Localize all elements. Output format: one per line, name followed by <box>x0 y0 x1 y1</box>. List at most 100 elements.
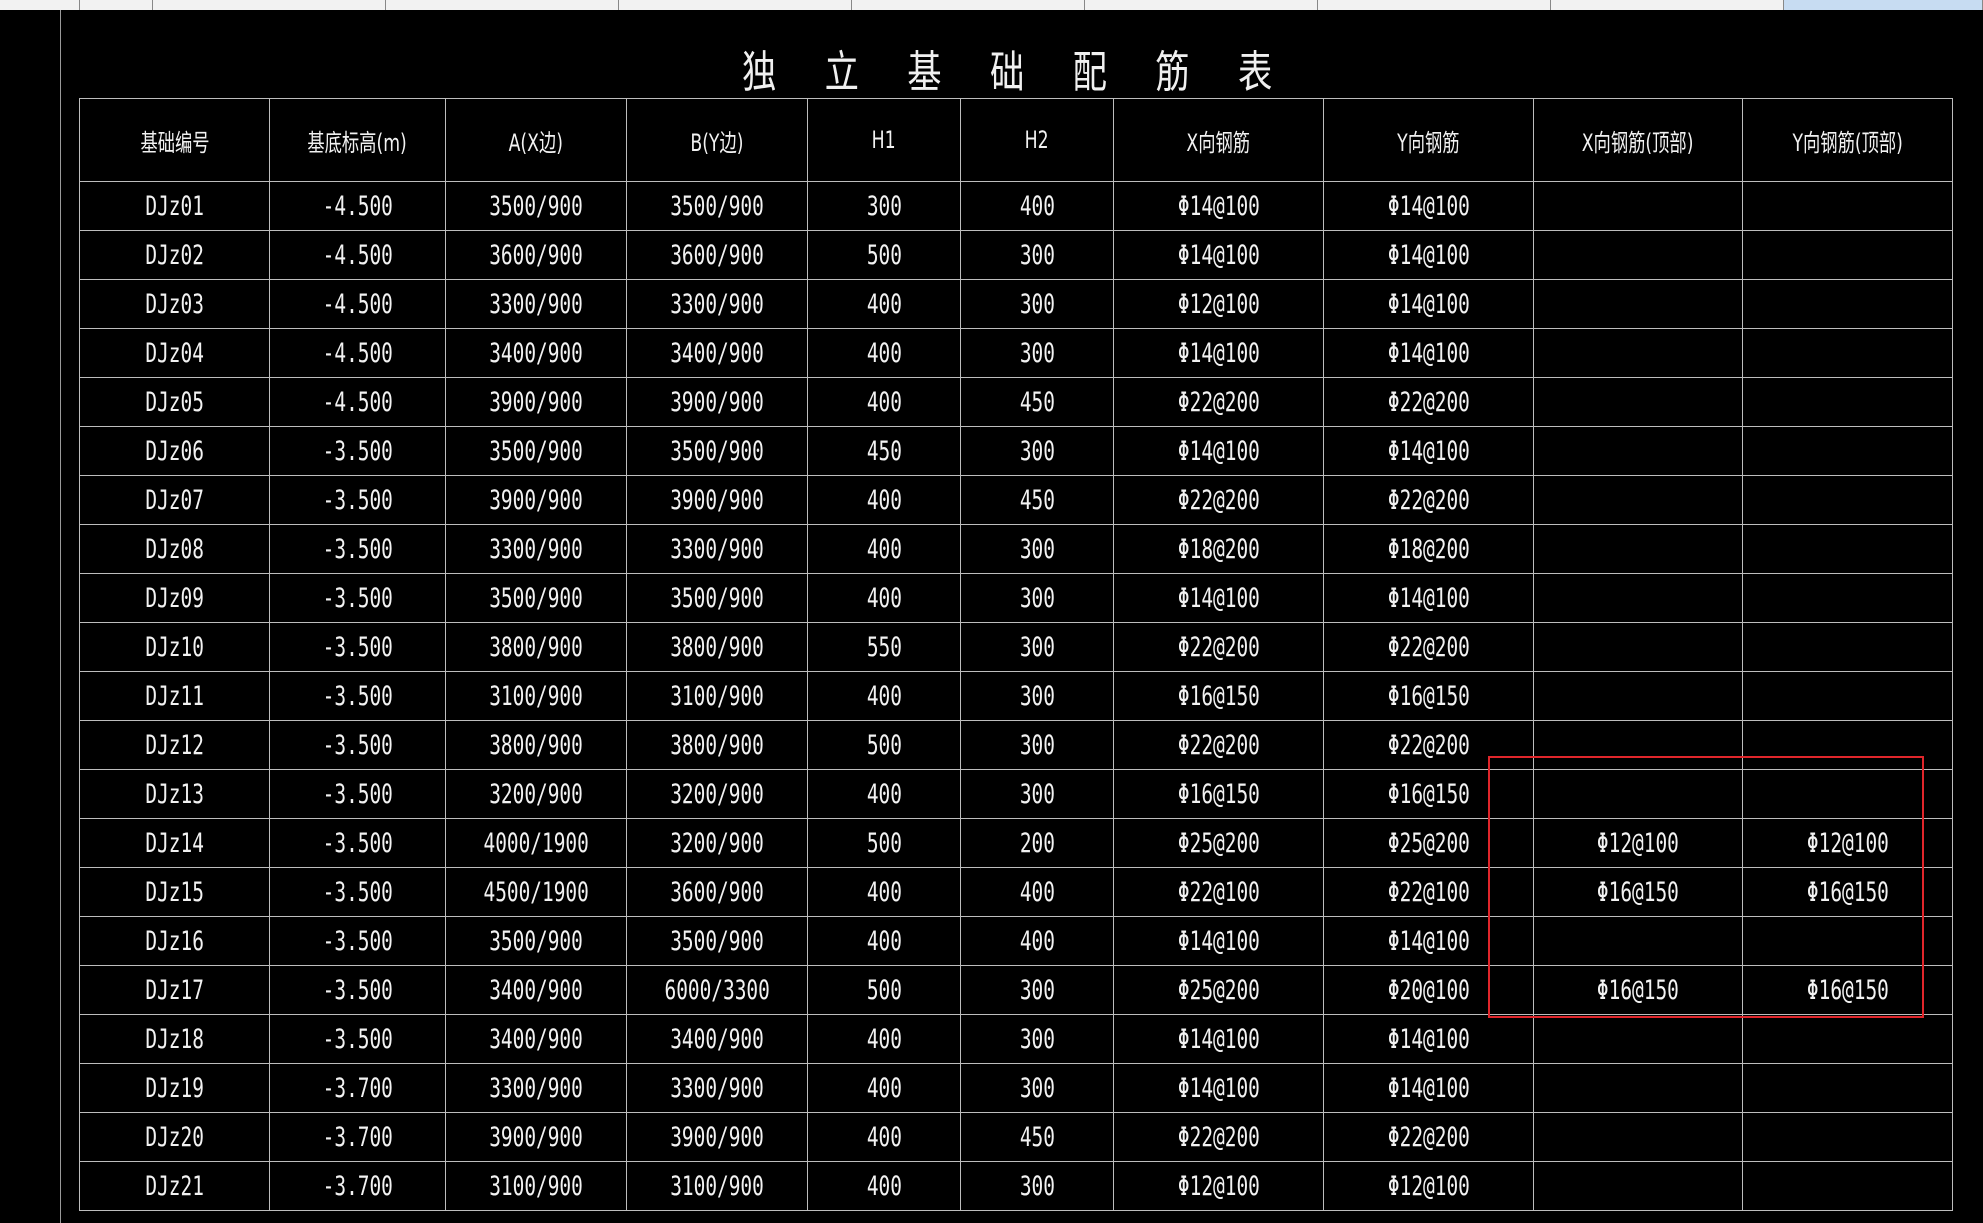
table-cell: DJz09 <box>79 573 270 623</box>
table-cell: 3300/900 <box>626 1063 808 1113</box>
table-cell: DJz12 <box>79 720 270 770</box>
table-cell: Φ14@100 <box>1323 916 1534 966</box>
table-cell <box>1533 426 1743 476</box>
table-row: DJz08 -3.500 3300/900 3300/900 400 300 Φ18@200… <box>79 524 1953 574</box>
table-cell: DJz20 <box>79 1112 270 1162</box>
table-cell: 400 <box>960 916 1114 966</box>
file-tab[interactable] <box>619 0 852 10</box>
table-cell <box>1742 916 1953 966</box>
table-cell: Φ14@100 <box>1323 426 1534 476</box>
table-cell: Φ16@150 <box>1323 769 1534 819</box>
table-cell: 500 <box>807 818 961 868</box>
table-cell: 3300/900 <box>445 524 627 574</box>
file-tab[interactable] <box>852 0 1085 10</box>
table-cell: Φ22@100 <box>1323 867 1534 917</box>
table-cell <box>1742 573 1953 623</box>
table-cell: 3800/900 <box>626 720 808 770</box>
table-cell: Φ14@100 <box>1323 1014 1534 1064</box>
table-cell: -3.500 <box>269 1014 446 1064</box>
table-cell: Φ22@100 <box>1113 867 1324 917</box>
table-cell: 3600/900 <box>626 230 808 280</box>
table-cell: 400 <box>807 1161 961 1211</box>
table-row: DJz06 -3.500 3500/900 3500/900 450 300 Φ14@100… <box>79 426 1953 476</box>
table-cell: -3.500 <box>269 671 446 721</box>
table-cell <box>1742 622 1953 672</box>
table-cell: Φ20@100 <box>1323 965 1534 1015</box>
table-cell: 200 <box>960 818 1114 868</box>
table-cell: DJz18 <box>79 1014 270 1064</box>
table-cell: 3300/900 <box>445 1063 627 1113</box>
table-cell: -4.500 <box>269 181 446 231</box>
table-cell: -3.500 <box>269 622 446 672</box>
table-cell: 3100/900 <box>445 671 627 721</box>
table-cell <box>1533 230 1743 280</box>
file-tab[interactable] <box>1551 0 1784 10</box>
table-cell: 3500/900 <box>445 181 627 231</box>
table-cell: 400 <box>807 1014 961 1064</box>
table-cell: -3.700 <box>269 1161 446 1211</box>
table-cell <box>1533 622 1743 672</box>
table-row: DJz10 -3.500 3800/900 3800/900 550 300 Φ22@200… <box>79 622 1953 672</box>
table-cell: -3.500 <box>269 426 446 476</box>
table-cell: 400 <box>807 867 961 917</box>
table-cell: 500 <box>807 965 961 1015</box>
table-cell: 400 <box>807 475 961 525</box>
table-cell: Φ14@100 <box>1113 181 1324 231</box>
file-tab[interactable] <box>80 0 153 10</box>
table-cell: 3200/900 <box>626 769 808 819</box>
table-cell: Φ12@100 <box>1533 818 1743 868</box>
table-cell: 3900/900 <box>626 1112 808 1162</box>
table-row: DJz21 -3.700 3100/900 3100/900 400 300 Φ12@100… <box>79 1161 1953 1211</box>
file-tab[interactable] <box>153 0 386 10</box>
table-cell: 3900/900 <box>626 475 808 525</box>
column-header-id: 基础编号 <box>79 98 270 182</box>
file-tab[interactable] <box>386 0 619 10</box>
table-cell: 450 <box>960 1112 1114 1162</box>
table-cell: Φ18@200 <box>1113 524 1324 574</box>
column-header-h2: H2 <box>960 98 1114 182</box>
table-cell: 400 <box>807 328 961 378</box>
table-cell: Φ22@200 <box>1323 720 1534 770</box>
table-cell: 400 <box>807 377 961 427</box>
drawing-border-line <box>60 10 61 1223</box>
cad-canvas[interactable]: 独 立 基 础 配 筋 表 基础编号 基底标高(m) A(X边) B(Y边) H… <box>0 0 1983 1223</box>
table-cell: 3400/900 <box>445 1014 627 1064</box>
table-cell: Φ22@200 <box>1323 377 1534 427</box>
table-cell: 500 <box>807 230 961 280</box>
file-tab-active[interactable] <box>1784 0 1983 10</box>
table-cell: Φ16@150 <box>1113 769 1324 819</box>
table-cell: DJz21 <box>79 1161 270 1211</box>
table-row: DJz18 -3.500 3400/900 3400/900 400 300 Φ14@100… <box>79 1014 1953 1064</box>
table-cell: Φ14@100 <box>1323 181 1534 231</box>
table-cell: 300 <box>960 720 1114 770</box>
table-cell: 3500/900 <box>445 426 627 476</box>
table-cell <box>1533 475 1743 525</box>
table-cell <box>1533 377 1743 427</box>
table-cell <box>1742 475 1953 525</box>
column-header-a: A(X边) <box>445 98 627 182</box>
file-tab[interactable] <box>1085 0 1318 10</box>
table-cell: 300 <box>960 230 1114 280</box>
table-cell <box>1533 671 1743 721</box>
table-cell: 300 <box>960 426 1114 476</box>
file-tab[interactable] <box>0 0 80 10</box>
table-cell: 400 <box>807 1112 961 1162</box>
table-row: DJz07 -3.500 3900/900 3900/900 400 450 Φ22@200… <box>79 475 1953 525</box>
table-cell: -3.700 <box>269 1112 446 1162</box>
table-cell: 400 <box>807 671 961 721</box>
table-cell: 3400/900 <box>445 328 627 378</box>
table-cell <box>1533 573 1743 623</box>
table-cell: DJz14 <box>79 818 270 868</box>
foundation-rebar-table: 基础编号 基底标高(m) A(X边) B(Y边) H1 H2 X向钢筋 Y向钢筋… <box>79 98 1953 1211</box>
table-cell: -3.500 <box>269 867 446 917</box>
table-cell: DJz11 <box>79 671 270 721</box>
table-cell: Φ22@200 <box>1113 377 1324 427</box>
table-cell: Φ16@150 <box>1323 671 1534 721</box>
table-cell: DJz10 <box>79 622 270 672</box>
file-tab[interactable] <box>1318 0 1551 10</box>
table-cell <box>1533 279 1743 329</box>
table-row: DJz16 -3.500 3500/900 3500/900 400 400 Φ14@100… <box>79 916 1953 966</box>
table-cell: 3500/900 <box>626 916 808 966</box>
table-cell: 3300/900 <box>445 279 627 329</box>
table-cell <box>1533 181 1743 231</box>
